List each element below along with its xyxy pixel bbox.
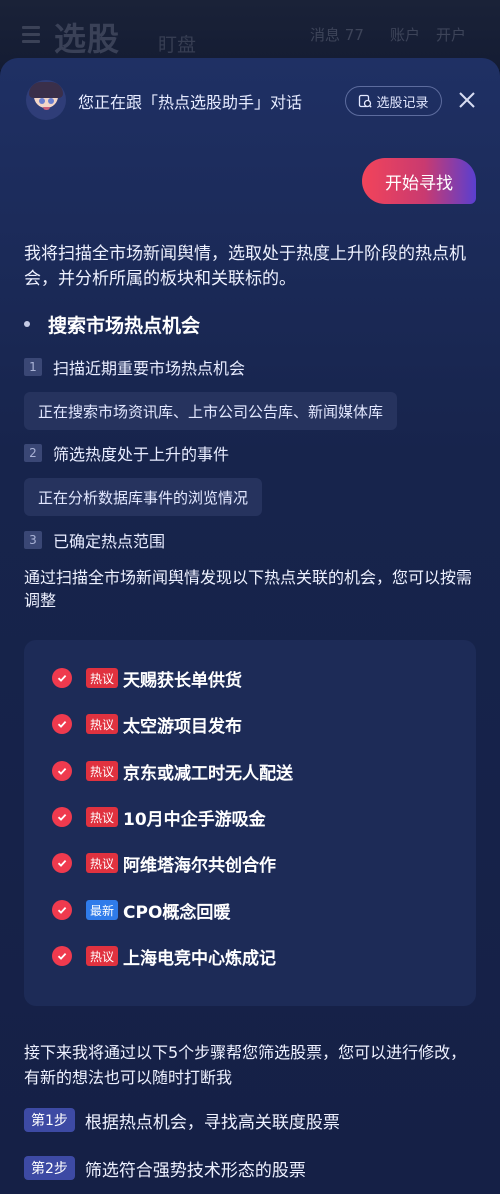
tag-hot: 热议	[86, 668, 119, 688]
background-subtitle: 盯盘	[158, 34, 197, 56]
history-button[interactable]: 选股记录	[345, 86, 442, 116]
chat-title: 您正在跟「热点选股助手」对话	[78, 93, 303, 112]
checkbox-checked-icon[interactable]	[52, 761, 72, 781]
process-step: 3 已确定热点范围	[24, 529, 165, 551]
step-badge: 第1步	[24, 1108, 75, 1132]
checkbox-checked-icon[interactable]	[52, 714, 72, 734]
checkbox-checked-icon[interactable]	[52, 668, 72, 688]
process-step: 1 扫描近期重要市场热点机会	[24, 356, 245, 378]
opportunity-item[interactable]: 热议 京东或减工时无人配送	[52, 759, 293, 784]
opportunity-list: 热议 天赐获长单供货 热议 太空游项目发布 热议 京东或减工时无人配送 热议 1…	[24, 640, 476, 1006]
close-icon[interactable]	[457, 90, 477, 110]
chat-header: 您正在跟「热点选股助手」对话 选股记录	[0, 58, 500, 146]
checkbox-checked-icon[interactable]	[52, 807, 72, 827]
tag-hot: 热议	[86, 761, 119, 781]
checkbox-checked-icon[interactable]	[52, 946, 72, 966]
tag-hot: 热议	[86, 807, 119, 827]
plan-step: 第1步 根据热点机会，寻找高关联度股票	[24, 1107, 340, 1133]
summary-text: 通过扫描全市场新闻舆情发现以下热点关联的机会，您可以按需调整	[24, 568, 473, 610]
assistant-avatar	[26, 80, 66, 120]
checkbox-checked-icon[interactable]	[52, 900, 72, 920]
step-status-note: 正在搜索市场资讯库、上市公司公告库、新闻媒体库	[24, 392, 398, 430]
tag-hot: 热议	[86, 946, 119, 966]
next-steps-text: 接下来我将通过以下5个步骤帮您筛选股票，您可以进行修改，有新的想法也可以随时打断…	[24, 1043, 467, 1087]
checkbox-checked-icon[interactable]	[52, 853, 72, 873]
background-messages: 消息 77	[310, 26, 364, 44]
background-account: 账户	[390, 26, 421, 44]
tag-hot: 热议	[86, 853, 119, 873]
assistant-chat-sheet: 您正在跟「热点选股助手」对话 选股记录 开始寻找 我将扫描全市场新闻舆情，选取处…	[0, 58, 500, 1194]
background-title: 选股	[54, 20, 121, 58]
plan-step: 第2步 筛选符合强势技术形态的股票	[24, 1155, 306, 1181]
opportunity-item[interactable]: 热议 阿维塔海尔共创合作	[52, 851, 276, 876]
history-label: 选股记录	[376, 95, 429, 111]
menu-icon	[22, 26, 40, 43]
opportunity-item[interactable]: 热议 太空游项目发布	[52, 712, 242, 737]
step-status-note: 正在分析数据库事件的浏览情况	[24, 478, 263, 516]
bullet-dot	[24, 321, 30, 327]
section-heading: 搜索市场热点机会	[24, 312, 200, 337]
opportunity-item[interactable]: 热议 上海电竞中心炼成记	[52, 944, 276, 969]
process-step: 2 筛选热度处于上升的事件	[24, 442, 229, 464]
history-icon	[359, 94, 373, 108]
opportunity-item[interactable]: 热议 10月中企手游吸金	[52, 805, 266, 830]
assistant-intro: 我将扫描全市场新闻舆情，选取处于热度上升阶段的热点机会，并分析所属的板块和关联标…	[24, 244, 466, 289]
user-message-bubble: 开始寻找	[362, 158, 476, 204]
step-badge: 第2步	[24, 1156, 75, 1180]
background-open-account: 开户	[436, 26, 467, 44]
tag-hot: 热议	[86, 714, 119, 734]
opportunity-item[interactable]: 最新 CPO概念回暖	[52, 898, 230, 923]
tag-new: 最新	[86, 900, 119, 920]
opportunity-item[interactable]: 热议 天赐获长单供货	[52, 666, 242, 691]
